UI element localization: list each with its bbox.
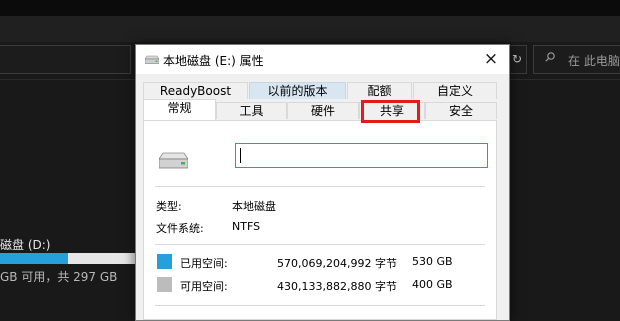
text-caret [240,148,241,163]
used-space-size: 530 GB [412,255,453,268]
drive-icon [159,152,188,169]
free-space-size: 400 GB [412,278,453,291]
tab-customize[interactable]: 自定义 [413,82,497,99]
tab-security[interactable]: 安全 [425,102,497,119]
search-placeholder: 在 此电脑 [568,54,620,68]
tab-previous-versions[interactable]: 以前的版本 [249,82,346,99]
drive-name-input[interactable] [235,143,488,168]
tab-readyboost[interactable]: ReadyBoost [143,82,248,99]
dialog-titlebar[interactable]: 本地磁盘 (E:) 属性 × [136,45,509,74]
free-space-bytes: 430,133,882,880 字节 [277,280,397,293]
type-value: 本地磁盘 [232,200,276,213]
separator [155,186,485,187]
used-space-bytes: 570,069,204,992 字节 [277,257,397,270]
tab-tools[interactable]: 工具 [216,102,287,119]
search-icon [545,52,555,62]
explorer-ribbon [0,16,620,42]
filesystem-value: NTFS [232,220,261,233]
separator [155,244,485,245]
address-bar[interactable] [0,45,131,74]
separator [155,305,485,306]
drive-d-label[interactable]: 磁盘 (D:) [0,236,50,253]
drive-d-free-text: GB 可用，共 297 GB [0,270,118,284]
tab-hardware[interactable]: 硬件 [287,102,359,119]
filesystem-label: 文件系统: [156,222,204,235]
close-icon: × [483,49,499,69]
drive-d-usage-bar [0,253,136,264]
close-button[interactable]: × [473,45,509,74]
general-panel: 类型: 本地磁盘 文件系统: NTFS 已用空间: 570,069,204,99… [143,120,497,320]
tab-general[interactable]: 常规 [143,99,216,120]
free-space-label: 可用空间: [180,280,228,293]
tab-quota[interactable]: 配额 [347,82,412,99]
refresh-button[interactable]: ↻ [508,45,527,74]
used-space-label: 已用空间: [180,257,228,270]
properties-dialog: 本地磁盘 (E:) 属性 × ReadyBoost 以前的版本 配额 自定义 常… [135,44,510,321]
search-box[interactable]: 在 此电脑 [533,45,620,74]
window-top-strip [0,0,620,16]
drive-d-usage-fill [0,253,68,264]
dialog-title: 本地磁盘 (E:) 属性 [163,54,264,68]
used-space-swatch [157,254,172,269]
refresh-icon: ↻ [511,52,523,66]
type-label: 类型: [156,200,182,213]
sharing-tab-highlight [361,100,420,123]
drive-icon [145,55,159,64]
free-space-swatch [157,277,172,292]
